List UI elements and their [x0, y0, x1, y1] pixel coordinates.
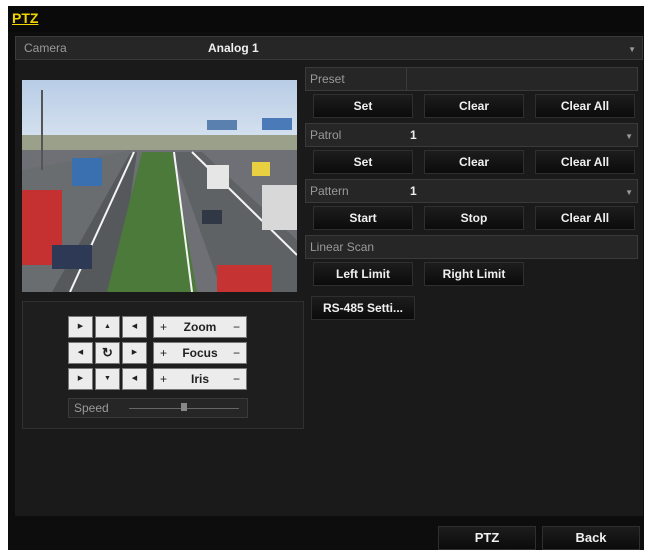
- speed-slider[interactable]: Speed: [68, 398, 248, 418]
- focus-control[interactable]: + Focus −: [153, 342, 247, 364]
- ptz-window: PTZ Camera Analog 1 ▼ Preset Set Clear C…: [8, 6, 644, 550]
- pattern-start-button[interactable]: Start: [313, 206, 413, 230]
- arrow-icon[interactable]: ◀: [122, 368, 147, 390]
- arrow-icon[interactable]: ◀: [68, 342, 93, 364]
- chevron-down-icon: ▼: [628, 45, 636, 54]
- speed-label: Speed: [74, 401, 109, 415]
- arrow-icon[interactable]: ▶: [68, 368, 93, 390]
- camera-label: Camera: [24, 41, 67, 55]
- patrol-set-button[interactable]: Set: [313, 150, 413, 174]
- slider-handle[interactable]: [181, 403, 187, 411]
- iris-out-button[interactable]: −: [233, 372, 240, 386]
- preset-set-button[interactable]: Set: [313, 94, 413, 118]
- pattern-select[interactable]: Pattern 1 ▼: [305, 179, 638, 203]
- pattern-stop-button[interactable]: Stop: [424, 206, 524, 230]
- zoom-control[interactable]: + Zoom −: [153, 316, 247, 338]
- pattern-value: 1: [410, 184, 417, 198]
- title-bar: PTZ: [8, 6, 644, 32]
- preset-clear-all-button[interactable]: Clear All: [535, 94, 635, 118]
- highway-preview-image: [22, 80, 297, 292]
- arrow-icon[interactable]: ▼: [95, 368, 120, 390]
- window-title: PTZ: [12, 10, 39, 26]
- preset-clear-button[interactable]: Clear: [424, 94, 524, 118]
- ptz-control-box: ▶ ▲ ◀ ◀ ↻ ▶ ▶ ▼ ◀ + Zoom − + Focus − + I…: [22, 301, 304, 429]
- patrol-clear-button[interactable]: Clear: [424, 150, 524, 174]
- pattern-label: Pattern: [310, 184, 349, 198]
- focus-out-button[interactable]: −: [233, 346, 240, 360]
- iris-control[interactable]: + Iris −: [153, 368, 247, 390]
- camera-value: Analog 1: [208, 41, 259, 55]
- camera-preview: [22, 80, 297, 292]
- linear-scan-label: Linear Scan: [310, 240, 375, 254]
- divider: [406, 68, 407, 90]
- patrol-clear-all-button[interactable]: Clear All: [535, 150, 635, 174]
- patrol-label: Patrol: [310, 128, 342, 142]
- ptz-button[interactable]: PTZ: [438, 526, 536, 550]
- arrow-icon[interactable]: ◀: [122, 316, 147, 338]
- pattern-clear-all-button[interactable]: Clear All: [535, 206, 635, 230]
- camera-select[interactable]: Camera Analog 1 ▼: [15, 36, 643, 60]
- left-limit-button[interactable]: Left Limit: [313, 262, 413, 286]
- chevron-down-icon: ▼: [625, 188, 633, 197]
- preset-row: Preset: [305, 67, 638, 91]
- refresh-icon[interactable]: ↻: [95, 342, 120, 364]
- chevron-down-icon: ▼: [625, 132, 633, 141]
- arrow-icon[interactable]: ▶: [68, 316, 93, 338]
- patrol-value: 1: [410, 128, 417, 142]
- patrol-select[interactable]: Patrol 1 ▼: [305, 123, 638, 147]
- right-limit-button[interactable]: Right Limit: [424, 262, 524, 286]
- back-button[interactable]: Back: [542, 526, 640, 550]
- preset-label: Preset: [310, 72, 345, 86]
- arrow-icon[interactable]: ▶: [122, 342, 147, 364]
- zoom-out-button[interactable]: −: [233, 320, 240, 334]
- rs485-settings-button[interactable]: RS-485 Setti...: [311, 296, 415, 320]
- linear-scan-row: Linear Scan: [305, 235, 638, 259]
- arrow-icon[interactable]: ▲: [95, 316, 120, 338]
